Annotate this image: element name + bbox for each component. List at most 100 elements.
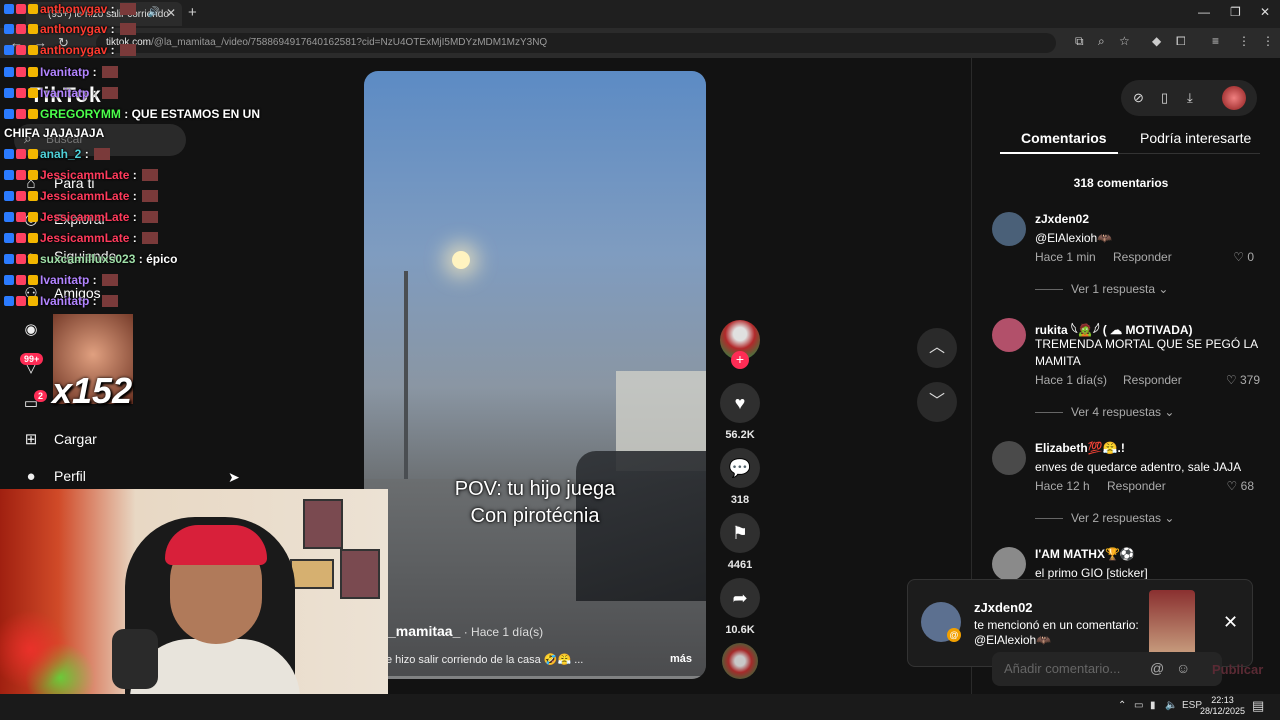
profile-menu-icon[interactable]: ⋮	[1238, 34, 1250, 48]
chat-line: JessicammLate :	[4, 231, 159, 245]
view-replies-button[interactable]: Ver 2 respuestas ⌄	[1035, 511, 1174, 525]
follow-plus-icon[interactable]: +	[731, 351, 749, 369]
sidebar-item-perfil[interactable]: ● Perfil	[20, 465, 85, 487]
save-action[interactable]: ⚑ 4461	[720, 513, 760, 571]
chat-username: CHIFA JAJAJAJA	[4, 126, 105, 140]
view-replies-label: Ver 4 respuestas	[1071, 405, 1162, 419]
sidebar-item-live[interactable]: ◉	[20, 318, 54, 340]
chat-badge-icon	[4, 233, 14, 243]
user-avatar[interactable]	[1222, 86, 1246, 110]
chevron-up-icon[interactable]: ⌃	[1118, 700, 1126, 711]
sidebar-item-cargar[interactable]: ⊞ Cargar	[20, 428, 97, 450]
chat-emote-icon	[102, 87, 119, 99]
minimize-icon[interactable]: —	[1198, 5, 1210, 19]
view-replies-button[interactable]: Ver 1 respuesta ⌄	[1035, 282, 1168, 296]
restore-icon[interactable]: ❐	[1230, 5, 1241, 19]
share-icon[interactable]: ➦	[720, 578, 760, 618]
reply-button[interactable]: Responder	[1113, 250, 1172, 264]
reply-button[interactable]: Responder	[1107, 479, 1166, 493]
music-disc[interactable]	[722, 643, 758, 679]
chat-badge-icon	[28, 24, 38, 34]
avatar[interactable]	[992, 547, 1026, 581]
avatar[interactable]	[992, 441, 1026, 475]
language-indicator[interactable]: ESP	[1182, 700, 1202, 711]
chat-badge-icon	[4, 296, 14, 306]
chevron-down-icon[interactable]: ﹀	[917, 382, 957, 422]
comment-time: Hace 1 min	[1035, 250, 1096, 264]
volume-icon[interactable]: 🔈	[1165, 700, 1177, 711]
battery-icon[interactable]: ▮	[1150, 700, 1156, 711]
comment-author[interactable]: Elizabeth💯😤.!	[1035, 441, 1125, 455]
comment-likes[interactable]: ♡ 0	[1233, 250, 1254, 264]
network-icon[interactable]: ▭	[1134, 700, 1143, 711]
comment-author[interactable]: rukita 𓆩🧟𓆪 ( ☁ MOTIVADA)	[1035, 318, 1193, 338]
kebab-menu-icon[interactable]: ⋮	[1262, 34, 1274, 48]
chat-line: suxcamilluxs023 : épico	[4, 252, 177, 266]
chevron-up-icon[interactable]: ︿	[917, 328, 957, 368]
video-author[interactable]: _mamitaa_ · Hace 1 día(s)	[388, 623, 543, 639]
media-icon[interactable]: ≡	[1212, 34, 1219, 48]
phone-icon[interactable]: ▯	[1161, 90, 1168, 106]
like-action[interactable]: ♥ 56.2K	[720, 383, 760, 441]
comment-likes[interactable]: ♡ 379	[1226, 373, 1260, 387]
video-description: e hizo salir corriendo de la casa 🤣😤 ...	[386, 654, 584, 666]
extension-icon[interactable]: ◆	[1152, 34, 1161, 48]
new-tab-icon[interactable]: +	[188, 4, 197, 21]
comment-like-count: 68	[1240, 479, 1254, 493]
save-count: 4461	[727, 559, 753, 571]
comment-icon[interactable]: 💬	[720, 448, 760, 488]
mention-icon[interactable]: @	[1150, 660, 1164, 676]
notification-author: zJxden02	[974, 600, 1033, 615]
notifications-icon[interactable]: ▤	[1252, 698, 1264, 714]
emoji-icon[interactable]: ☺	[1176, 660, 1190, 676]
reply-button[interactable]: Responder	[1123, 373, 1182, 387]
more-button[interactable]: más	[670, 653, 692, 665]
clock[interactable]: 22:13 28/12/2025	[1200, 695, 1245, 717]
cast-icon[interactable]: ⧉	[1075, 34, 1084, 49]
bookmark-star-icon[interactable]: ☆	[1119, 34, 1130, 48]
chat-emote-icon	[120, 3, 137, 15]
heart-icon[interactable]: ♥	[720, 383, 760, 423]
zoom-icon[interactable]: ⌕	[1098, 34, 1105, 49]
tab-suggested[interactable]: Podría interesarte	[1140, 130, 1251, 146]
video-player[interactable]: POV: tu hijo juega Con pirotécnia _mamit…	[364, 71, 706, 679]
chat-username: GREGORYMM	[40, 107, 121, 121]
chat-line: GREGORYMM : QUE ESTAMOS EN UN	[4, 107, 260, 121]
clock-date: 28/12/2025	[1200, 706, 1246, 716]
share-action[interactable]: ➦ 10.6K	[720, 578, 760, 636]
comment-like-count: 0	[1247, 250, 1254, 264]
chat-badge-icon	[16, 45, 26, 55]
comment-author[interactable]: zJxden02	[1035, 212, 1089, 226]
tab-comments[interactable]: Comentarios	[1021, 130, 1107, 146]
video-username: _mamitaa_	[388, 623, 461, 639]
publish-button[interactable]: Publicar	[1212, 662, 1263, 677]
inbox-badge: 99+	[20, 353, 44, 365]
close-icon[interactable]: ✕	[1223, 612, 1238, 633]
comment-author[interactable]: I'AM MATHX🏆⚽	[1035, 547, 1135, 561]
close-icon[interactable]: ✕	[166, 6, 176, 20]
comment-likes[interactable]: ♡ 68	[1227, 479, 1254, 493]
bookmark-icon[interactable]: ⚑	[720, 513, 760, 553]
chat-line: Ivanitatp :	[4, 65, 119, 79]
download-icon[interactable]: ⤓	[1187, 90, 1193, 106]
puzzle-icon[interactable]: ⧠	[1176, 34, 1186, 49]
comment-action[interactable]: 💬 318	[720, 448, 760, 506]
window-close-icon[interactable]: ✕	[1260, 5, 1270, 19]
chat-badge-icon	[28, 67, 38, 77]
video-posted-time: · Hace 1 día(s)	[460, 625, 544, 639]
view-replies-button[interactable]: Ver 4 respuestas ⌄	[1035, 405, 1174, 419]
chat-separator: :	[89, 294, 101, 308]
video-progress-bar[interactable]	[364, 676, 706, 679]
microphone	[112, 629, 158, 689]
comment-item: rukita 𓆩🧟𓆪 ( ☁ MOTIVADA) TREMENDA MORTAL…	[992, 318, 1262, 419]
tab-active-indicator	[1000, 152, 1118, 154]
chat-message: épico	[146, 252, 178, 266]
speaker-icon[interactable]: 🔊	[148, 7, 160, 18]
coins-icon[interactable]: ⊘	[1133, 90, 1144, 106]
comment-count: 318	[730, 494, 750, 506]
avatar[interactable]	[992, 212, 1026, 246]
avatar[interactable]	[992, 318, 1026, 352]
chat-line: anthonygav :	[4, 43, 137, 57]
chat-username: JessicammLate	[40, 168, 130, 182]
url-field[interactable]: tiktok.com/@la_mamitaa_/video/7588694917…	[96, 33, 1056, 53]
